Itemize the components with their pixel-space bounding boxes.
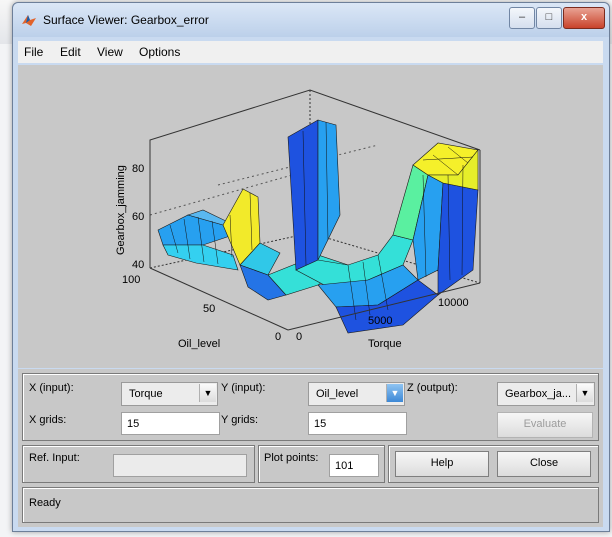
status-bar: Ready (22, 487, 599, 523)
surface-plot-area[interactable]: 80 60 40 100 50 0 0 5000 10000 Gearbox_j… (18, 65, 603, 368)
plot-points-value: 101 (335, 460, 354, 472)
ref-input-field[interactable] (113, 454, 247, 477)
menu-bar: File Edit View Options (18, 41, 603, 63)
y-axis-label: Oil_level (178, 338, 220, 350)
y-tick-50: 50 (203, 303, 215, 315)
x-axis-label: Torque (368, 338, 402, 350)
x-input-value: Torque (129, 388, 163, 400)
x-input-label: X (input): (29, 382, 74, 394)
x-grids-input[interactable]: 15 (121, 412, 220, 435)
maximize-button[interactable]: □ (536, 7, 562, 29)
y-input-label: Y (input): (221, 382, 266, 394)
x-input-select[interactable]: Torque ▼ (121, 382, 218, 406)
y-tick-100: 100 (122, 274, 140, 286)
z-output-value: Gearbox_ja... (505, 388, 572, 400)
minimize-button[interactable]: – (509, 7, 535, 29)
status-text: Ready (29, 497, 61, 509)
z-tick-40: 40 (132, 259, 144, 271)
ref-input-label: Ref. Input: (29, 452, 80, 464)
ref-input-group: Ref. Input: (22, 445, 255, 483)
y-tick-0: 0 (275, 331, 281, 343)
z-tick-80: 80 (132, 163, 144, 175)
z-output-label: Z (output): (407, 382, 458, 394)
surface-patch (287, 119, 319, 271)
y-grids-label: Y grids: (221, 414, 259, 426)
menu-view[interactable]: View (97, 45, 123, 59)
help-button[interactable]: Help (395, 451, 489, 477)
y-grids-input[interactable]: 15 (308, 412, 407, 435)
close-button[interactable]: Close (497, 451, 591, 477)
plot-points-label: Plot points: (264, 452, 319, 464)
x-tick-5000: 5000 (368, 315, 392, 327)
x-tick-10000: 10000 (438, 297, 469, 309)
axes-settings-group: X (input): Torque ▼ Y (input): Oil_level… (22, 373, 599, 441)
menu-file[interactable]: File (24, 45, 43, 59)
title-bar[interactable]: Surface Viewer: Gearbox_error – □ x (13, 3, 609, 37)
x-tick-0: 0 (296, 331, 302, 343)
chevron-down-icon[interactable]: ▼ (199, 384, 216, 402)
close-window-button[interactable]: x (563, 7, 605, 29)
surface-patch (437, 182, 479, 296)
chevron-down-icon[interactable]: ▼ (386, 384, 403, 402)
plot-points-input[interactable]: 101 (329, 454, 379, 477)
plot-points-group: Plot points: 101 (258, 445, 385, 483)
surface-mesh (157, 119, 479, 334)
window-title: Surface Viewer: Gearbox_error (43, 13, 209, 27)
evaluate-button[interactable]: Evaluate (497, 412, 593, 438)
surface-plot[interactable]: 80 60 40 100 50 0 0 5000 10000 Gearbox_j… (18, 65, 603, 368)
z-axis-label: Gearbox_jamming (115, 165, 127, 255)
matlab-icon (22, 15, 36, 26)
surface-patch (317, 119, 341, 261)
menu-edit[interactable]: Edit (60, 45, 81, 59)
chevron-down-icon[interactable]: ▼ (576, 384, 593, 402)
x-grids-label: X grids: (29, 414, 67, 426)
action-buttons-group: Help Close (388, 445, 599, 483)
z-tick-60: 60 (132, 211, 144, 223)
y-input-value: Oil_level (316, 388, 359, 400)
surface-patch (162, 244, 239, 271)
control-panel: X (input): Torque ▼ Y (input): Oil_level… (18, 369, 603, 527)
menu-options[interactable]: Options (139, 45, 180, 59)
z-output-select[interactable]: Gearbox_ja... ▼ (497, 382, 595, 406)
surface-viewer-window: Surface Viewer: Gearbox_error – □ x File… (12, 2, 610, 532)
x-grids-value: 15 (127, 418, 140, 430)
y-input-select[interactable]: Oil_level ▼ (308, 382, 405, 406)
y-grids-value: 15 (314, 418, 327, 430)
